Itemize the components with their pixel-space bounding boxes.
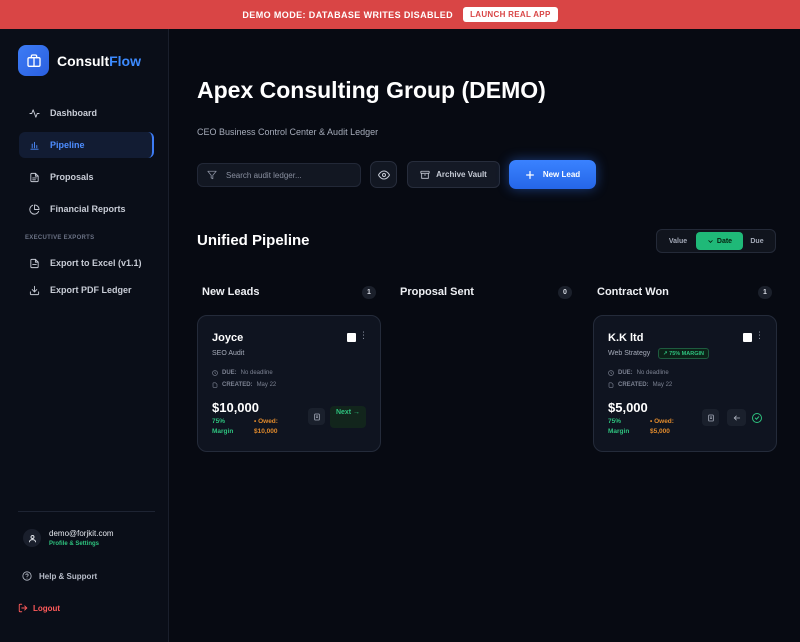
file-icon: [30, 258, 39, 268]
plus-icon: [525, 170, 534, 179]
export-excel-button[interactable]: Export to Excel (v1.1): [19, 250, 154, 276]
column-count-badge: 1: [758, 286, 772, 299]
created-date: CREATED: May 22: [608, 382, 672, 388]
logout-icon: [18, 603, 28, 613]
launch-real-app-button[interactable]: LAUNCH REAL APP: [463, 7, 558, 22]
export-pdf-button[interactable]: Export PDF Ledger: [19, 277, 154, 303]
demo-banner: DEMO MODE: DATABASE WRITES DISABLED LAUN…: [0, 0, 800, 29]
pie-chart-icon: [29, 203, 40, 215]
owed-text: • Owed: $10,000: [254, 418, 278, 435]
export-pdf-label: Export PDF Ledger: [50, 285, 132, 295]
column-title-new-leads: New Leads: [202, 286, 260, 298]
due-date: DUE: No deadline: [212, 370, 273, 376]
user-email: demo@forjkit.com: [49, 529, 114, 538]
sidebar-divider: [18, 511, 155, 512]
document-icon: [707, 414, 714, 421]
brand-name: ConsultFlow: [57, 53, 141, 69]
demo-banner-text: DEMO MODE: DATABASE WRITES DISABLED: [242, 9, 454, 20]
lead-card[interactable]: Joyce ⋮ SEO Audit DUE: No deadline CREATE…: [197, 315, 381, 452]
sidebar-item-label: Dashboard: [50, 108, 98, 118]
search-input[interactable]: [226, 170, 346, 180]
archive-icon: [420, 170, 430, 179]
activity-icon: [29, 108, 40, 118]
user-icon: [28, 534, 36, 542]
help-support-link[interactable]: Help & Support: [22, 571, 97, 581]
eye-icon: [377, 169, 390, 180]
avatar[interactable]: [23, 529, 41, 547]
lead-amount: $5,000: [608, 400, 648, 415]
sort-due-option[interactable]: Due: [743, 232, 771, 250]
column-count-badge: 0: [558, 286, 572, 299]
lead-name: K.K ltd: [608, 332, 644, 344]
sidebar-item-proposals[interactable]: Proposals: [19, 164, 154, 190]
sort-toggle: Value Date Due: [656, 229, 776, 253]
lead-service: SEO Audit: [212, 350, 245, 357]
page-subtitle: CEO Business Control Center & Audit Ledg…: [197, 127, 379, 137]
download-icon: [29, 285, 40, 295]
sidebar: ConsultFlow Dashboard Pipeline Proposals…: [0, 29, 169, 642]
next-stage-button[interactable]: Next →: [330, 406, 366, 428]
executive-exports-label: EXECUTIVE EXPORTS: [25, 235, 95, 241]
toggle-visibility-button[interactable]: [370, 161, 397, 188]
sidebar-item-dashboard[interactable]: Dashboard: [19, 100, 154, 126]
lead-amount: $10,000: [212, 400, 259, 415]
sidebar-item-financial-reports[interactable]: Financial Reports: [19, 196, 154, 222]
pipeline-title: Unified Pipeline: [197, 232, 310, 249]
lead-name: Joyce: [212, 332, 244, 344]
search-box[interactable]: [197, 163, 361, 187]
view-document-button[interactable]: [702, 409, 719, 426]
column-title-proposal-sent: Proposal Sent: [400, 286, 474, 298]
margin-text: 75% Margin: [212, 418, 234, 435]
lead-service: Web Strategy: [608, 350, 651, 357]
due-date: DUE: No deadline: [608, 370, 669, 376]
file-icon: [212, 382, 218, 388]
check-circle-icon[interactable]: [752, 413, 762, 423]
page-title: Apex Consulting Group (DEMO): [197, 77, 546, 103]
select-checkbox[interactable]: [347, 333, 356, 342]
previous-stage-button[interactable]: [727, 409, 746, 426]
column-count-badge: 1: [362, 286, 376, 299]
select-checkbox[interactable]: [743, 333, 752, 342]
bar-chart-icon: [30, 141, 39, 150]
profile-settings-link[interactable]: Profile & Settings: [49, 541, 99, 547]
more-options-icon[interactable]: ⋮: [359, 330, 368, 341]
export-excel-label: Export to Excel (v1.1): [50, 258, 142, 268]
margin-badge: ↗ 75% MARGIN: [658, 348, 709, 359]
clock-icon: [608, 370, 614, 376]
logout-button[interactable]: Logout: [18, 603, 60, 613]
sidebar-item-label: Proposals: [50, 172, 94, 182]
archive-vault-label: Archive Vault: [436, 170, 487, 179]
clock-icon: [212, 370, 218, 376]
help-circle-icon: [22, 571, 32, 581]
new-lead-label: New Lead: [542, 170, 581, 179]
sort-date-option[interactable]: Date: [696, 232, 743, 250]
sidebar-item-label: Pipeline: [50, 140, 85, 150]
file-icon: [608, 382, 614, 388]
filter-icon: [207, 170, 217, 180]
arrow-left-icon: [733, 415, 740, 420]
column-title-contract-won: Contract Won: [597, 286, 669, 298]
owed-text: • Owed: $5,000: [650, 418, 674, 435]
chevron-down-icon: [708, 239, 713, 243]
more-options-icon[interactable]: ⋮: [755, 330, 764, 341]
sidebar-item-label: Financial Reports: [50, 204, 126, 214]
lead-card[interactable]: K.K ltd ⋮ Web Strategy ↗ 75% MARGIN DUE:…: [593, 315, 777, 452]
archive-vault-button[interactable]: Archive Vault: [407, 161, 500, 188]
margin-text: 75% Margin: [608, 418, 630, 435]
new-lead-button[interactable]: New Lead: [509, 160, 596, 189]
sidebar-item-pipeline[interactable]: Pipeline: [19, 132, 154, 158]
document-icon: [30, 172, 39, 182]
logout-label: Logout: [33, 603, 61, 613]
document-icon: [313, 413, 320, 420]
view-document-button[interactable]: [308, 408, 325, 425]
help-support-label: Help & Support: [39, 571, 98, 581]
created-date: CREATED: May 22: [212, 382, 276, 388]
briefcase-logo-icon: [18, 45, 49, 76]
sort-value-option[interactable]: Value: [660, 232, 696, 250]
